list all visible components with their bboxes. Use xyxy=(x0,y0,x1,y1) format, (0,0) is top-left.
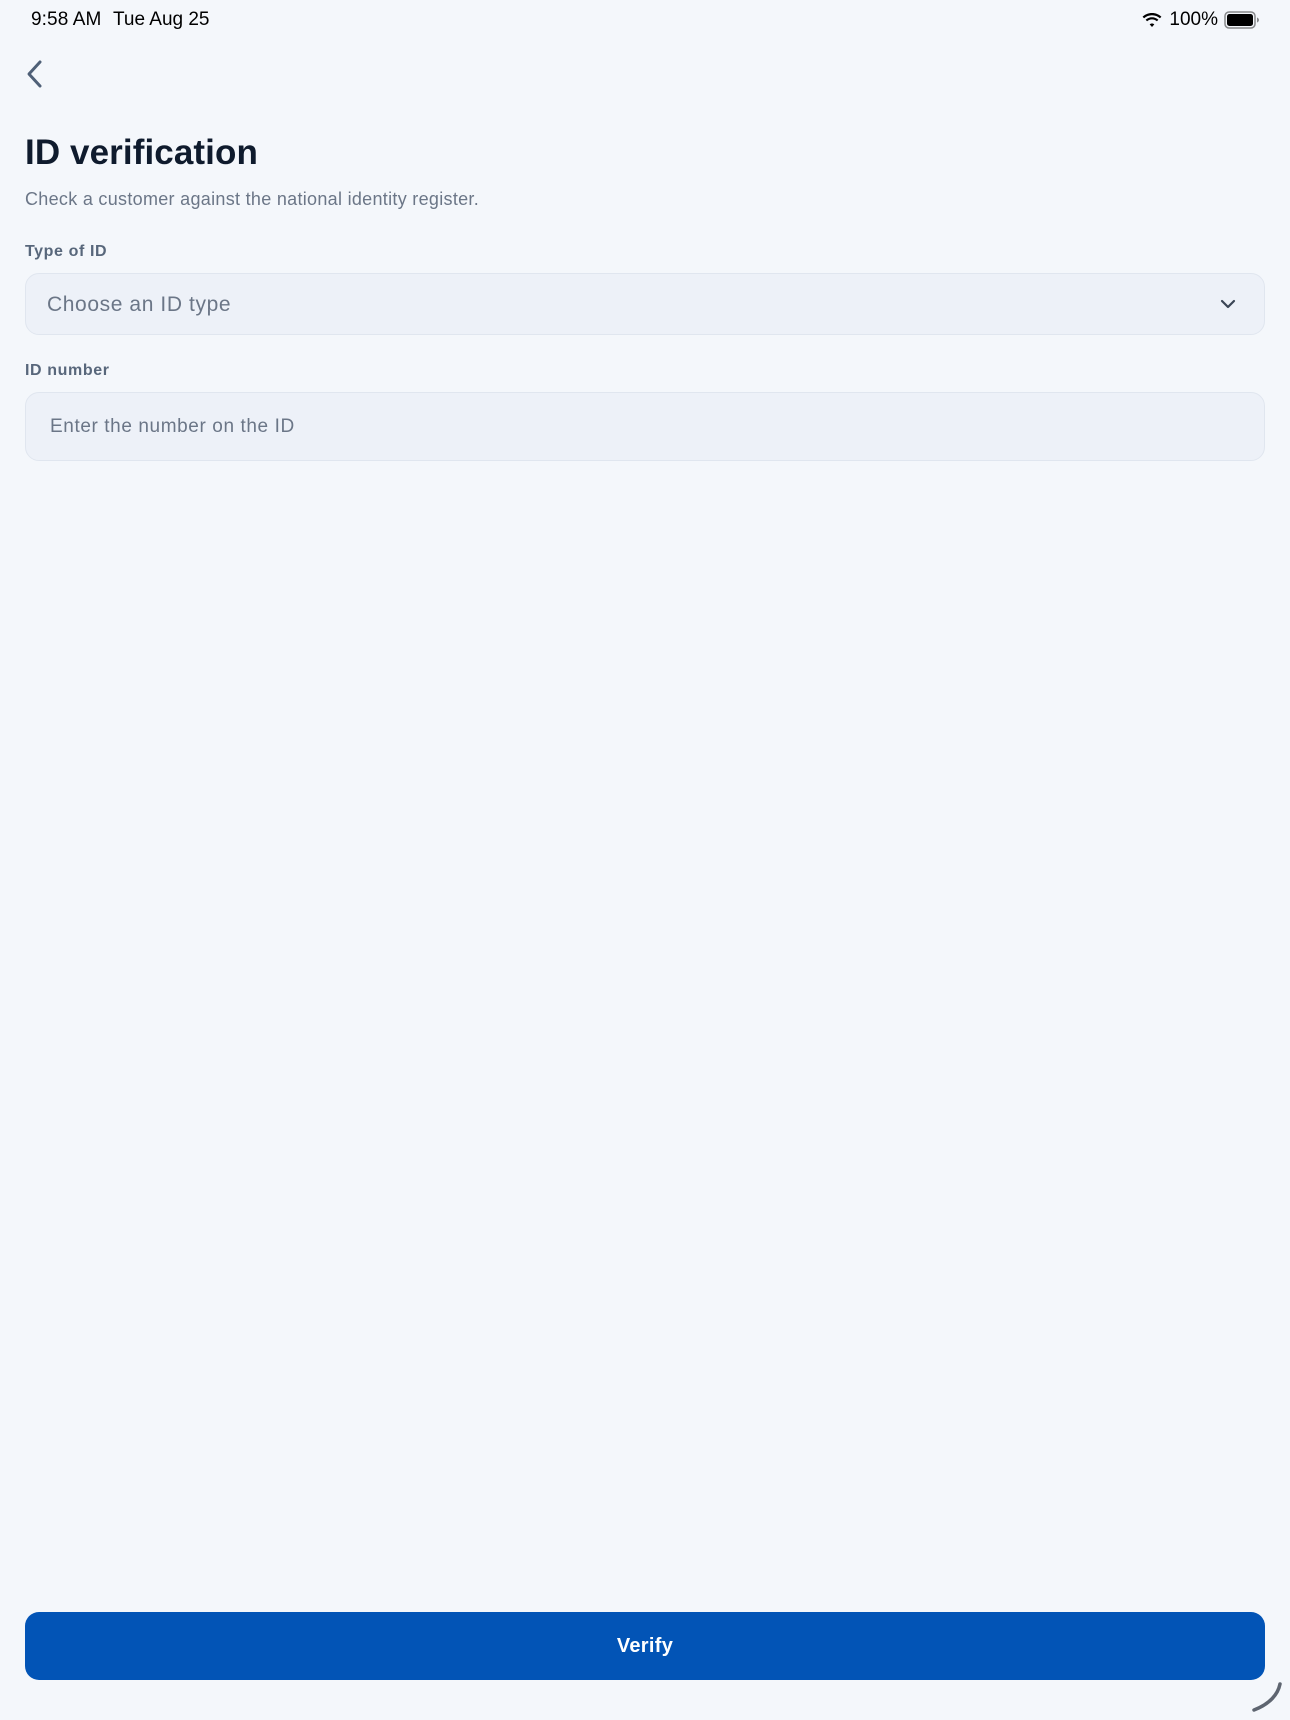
battery-percentage: 100% xyxy=(1169,9,1218,30)
id-type-placeholder: Choose an ID type xyxy=(47,293,232,316)
home-indicator-corner xyxy=(1252,1682,1282,1712)
id-type-label: Type of ID xyxy=(25,243,108,260)
wifi-icon xyxy=(1142,13,1162,27)
id-number-input[interactable] xyxy=(25,392,1265,461)
status-time: 9:58 AM xyxy=(31,9,102,30)
page-subtitle: Check a customer against the national id… xyxy=(25,189,480,209)
verify-button[interactable]: Verify xyxy=(25,1612,1265,1680)
page-title: ID verification xyxy=(25,133,258,172)
battery-full-icon xyxy=(1224,11,1259,29)
back-button[interactable] xyxy=(20,56,50,92)
status-bar: 9:58 AM Tue Aug 25 100% xyxy=(0,0,1290,40)
status-indicators: 100% xyxy=(1141,8,1260,32)
chevron-left-icon xyxy=(27,60,42,88)
id-number-label: ID number xyxy=(25,362,110,379)
status-date: Tue Aug 25 xyxy=(113,9,210,30)
id-type-select[interactable]: Choose an ID type xyxy=(25,273,1265,335)
chevron-down-icon xyxy=(1220,299,1236,309)
